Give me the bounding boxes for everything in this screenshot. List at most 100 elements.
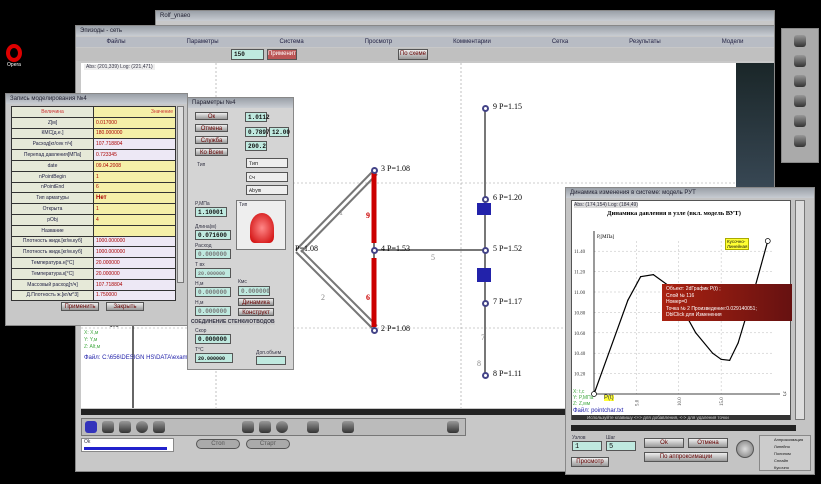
table-row[interactable]: Тип арматуры Нет: [11, 192, 176, 205]
table-row[interactable]: Z[м] 0.017000: [11, 116, 176, 129]
approx-item[interactable]: Сплайн: [774, 457, 810, 464]
service-button[interactable]: Служба: [195, 136, 228, 144]
length-field[interactable]: 0.071600: [195, 230, 231, 240]
x-field[interactable]: 1.0112: [245, 112, 270, 122]
menu-files[interactable]: Файлы: [106, 37, 125, 47]
tool-icon[interactable]: [794, 115, 806, 127]
chart-cancel-button[interactable]: Отмена: [688, 438, 728, 448]
menu-grid[interactable]: Сетка: [552, 37, 568, 47]
pump-icon[interactable]: [102, 421, 114, 433]
h-field[interactable]: 0.000000: [195, 287, 231, 297]
by-scheme-button[interactable]: По схеме: [398, 49, 428, 60]
row-value[interactable]: [93, 224, 176, 237]
extra-field[interactable]: [256, 356, 286, 365]
preview-button[interactable]: Просмотр: [571, 457, 609, 467]
chart-hscroll[interactable]: [571, 425, 796, 431]
filter-icon[interactable]: [342, 421, 354, 433]
dial-icon[interactable]: [736, 440, 754, 458]
node-4[interactable]: [371, 247, 378, 254]
node-5[interactable]: [482, 247, 489, 254]
h2-field[interactable]: 0.000000: [195, 306, 231, 316]
tool-icon[interactable]: [794, 95, 806, 107]
tool-icon[interactable]: [794, 135, 806, 147]
row-value[interactable]: 107.718804: [93, 278, 176, 291]
tank-icon[interactable]: [242, 421, 254, 433]
table-row[interactable]: pObj 4: [11, 213, 176, 226]
table-row[interactable]: Перепад давления[МПа] 0.723345: [11, 149, 176, 161]
monitor-icon[interactable]: [307, 421, 319, 433]
apply-button[interactable]: Применить: [61, 302, 99, 311]
wheel-icon[interactable]: [276, 421, 288, 433]
approx-item[interactable]: Линейно: [774, 443, 810, 450]
node-8[interactable]: [482, 372, 489, 379]
table-row[interactable]: nPointBegin 1: [11, 170, 176, 183]
tin-field[interactable]: 20.000000: [195, 268, 231, 278]
row-value[interactable]: 4: [93, 213, 176, 226]
row-value[interactable]: 09.04.2008: [93, 159, 176, 172]
row-value[interactable]: 1000.000000: [93, 235, 176, 248]
apply-button[interactable]: Применить: [267, 49, 297, 60]
table-row[interactable]: nPointEnd 6: [11, 181, 176, 194]
row-value[interactable]: 20.000000: [93, 257, 176, 269]
speed-field[interactable]: 0.000000: [195, 334, 231, 344]
menu-models[interactable]: Модели: [722, 37, 744, 47]
select-2[interactable]: Сч: [246, 172, 288, 182]
node-3[interactable]: [371, 167, 378, 174]
table-scrollbar[interactable]: [177, 106, 184, 283]
tool-icon[interactable]: [794, 75, 806, 87]
row-value[interactable]: 1: [93, 170, 176, 183]
menu-view[interactable]: Просмотр: [365, 37, 392, 47]
table-row[interactable]: date 09.04.2008: [11, 159, 176, 172]
node-6[interactable]: [482, 196, 489, 203]
nodes-field[interactable]: 1: [572, 441, 602, 451]
stop-button[interactable]: Стоп: [196, 439, 240, 449]
table-row[interactable]: Расход[кг/сек т/ч] 107.718804: [11, 138, 176, 151]
menu-results[interactable]: Результаты: [629, 37, 661, 47]
chart-area[interactable]: Abs: (174,154) Log: (184,49) Динамика да…: [571, 200, 792, 420]
chart-ok-button[interactable]: Ok: [644, 438, 684, 448]
approx-item[interactable]: Аппроксимация: [774, 436, 810, 443]
gauge-icon[interactable]: [136, 421, 148, 433]
row-value[interactable]: 180.000000: [93, 127, 176, 140]
cancel-button[interactable]: Отмена: [195, 124, 228, 132]
node-7[interactable]: [482, 300, 489, 307]
motor-icon[interactable]: [259, 421, 271, 433]
row-value[interactable]: 1000.000000: [93, 246, 176, 259]
table-row[interactable]: Плотность жидк.[кг/м.куб] 1000.000000: [11, 235, 176, 248]
pencil-icon[interactable]: [85, 421, 97, 433]
row-value[interactable]: 6: [93, 181, 176, 194]
table-row[interactable]: Плотность жидк.[кг/м.куб] 1000.000000: [11, 246, 176, 259]
construct-button[interactable]: Конструкт: [238, 308, 274, 316]
step-field[interactable]: 5: [606, 441, 636, 451]
approximation-button[interactable]: По аппроксимации: [644, 452, 728, 462]
node-9[interactable]: [482, 105, 489, 112]
menu-system[interactable]: Система: [280, 37, 304, 47]
table-row[interactable]: Д.Плотность ж.[кг/м^3] 1.750000: [11, 289, 176, 302]
chart-vscroll[interactable]: [795, 200, 805, 420]
row-value[interactable]: Нет: [93, 192, 176, 205]
table-row[interactable]: КМС[д.е.] 180.000000: [11, 127, 176, 140]
valve-icon[interactable]: [153, 421, 165, 433]
opera-desktop-icon[interactable]: Opera: [3, 44, 25, 68]
approx-item[interactable]: Кусочно: [774, 464, 810, 471]
kms-field[interactable]: 0.000000: [238, 286, 270, 296]
menu-parameters[interactable]: Параметры: [187, 37, 219, 47]
row-value[interactable]: 1: [93, 203, 176, 215]
table-row[interactable]: Температура.н[°C] 20.000000: [11, 257, 176, 269]
row-value[interactable]: 20.000000: [93, 267, 176, 280]
flow-field[interactable]: 0.000000: [195, 249, 231, 259]
menu-comments[interactable]: Комментарии: [453, 37, 491, 47]
table-row[interactable]: Температура.к[°C] 20.000000: [11, 267, 176, 280]
pipe-icon[interactable]: [119, 421, 131, 433]
diameter-field[interactable]: 12.00: [269, 127, 290, 137]
row-value[interactable]: 0.723345: [93, 149, 176, 161]
table-row[interactable]: Название: [11, 224, 176, 237]
select-3[interactable]: Abym: [246, 185, 288, 195]
y-field[interactable]: 0.7897: [245, 127, 270, 137]
node-2[interactable]: [371, 327, 378, 334]
connector-icon[interactable]: [447, 421, 459, 433]
tool-icon[interactable]: [794, 35, 806, 47]
close-button[interactable]: Закрыть: [106, 302, 144, 311]
scale-input[interactable]: 150: [231, 49, 264, 60]
to-all-button[interactable]: Ко Всем: [195, 148, 228, 156]
